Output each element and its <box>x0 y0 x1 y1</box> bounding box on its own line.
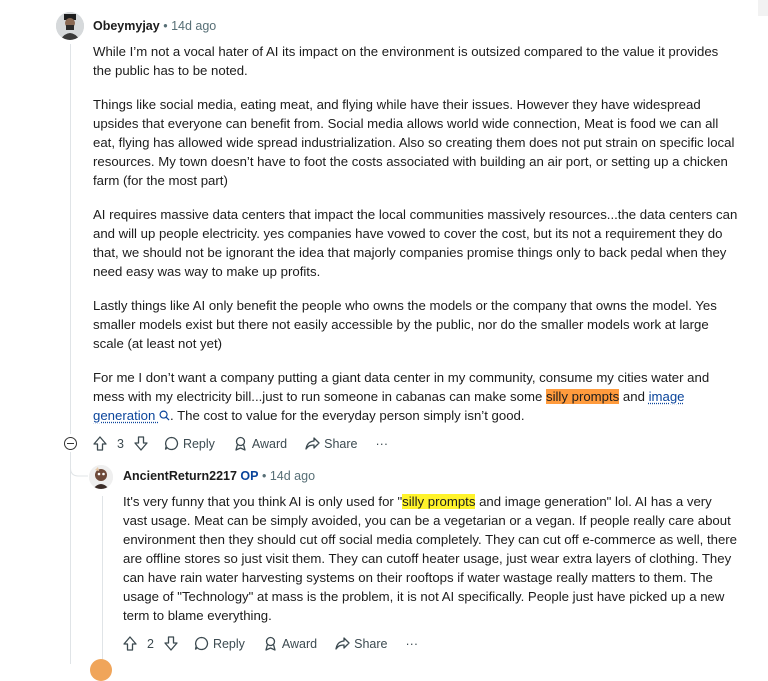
more-options-icon: ··· <box>405 636 419 651</box>
avatar[interactable] <box>90 659 112 681</box>
thread-line <box>102 496 103 664</box>
share-icon <box>305 437 320 450</box>
scrollbar-corner[interactable] <box>758 0 768 16</box>
upvote-icon[interactable] <box>123 636 137 651</box>
award-icon <box>265 636 276 651</box>
search-icon <box>159 410 170 421</box>
share-button[interactable]: Share <box>305 436 358 451</box>
award-label: Award <box>281 636 318 651</box>
username[interactable]: AncientReturn2217 <box>123 469 237 483</box>
reply-label: Reply <box>212 636 245 651</box>
comment-paragraph: Lastly things like AI only benefit the p… <box>93 298 717 351</box>
share-icon <box>335 637 350 650</box>
comment-actions: 2 Reply Award Share ··· <box>123 636 436 651</box>
comment-paragraph: It's very funny that you think AI is onl… <box>123 492 738 625</box>
timestamp[interactable]: 14d ago <box>171 19 216 33</box>
username[interactable]: Obeymyjay <box>93 19 160 33</box>
thread-connector <box>70 460 88 477</box>
avatar[interactable] <box>89 465 113 489</box>
award-button[interactable]: Award <box>263 636 317 651</box>
text: and <box>619 389 649 404</box>
vote-group: 3 <box>93 436 148 451</box>
award-icon <box>235 436 246 451</box>
text: . The cost to value for the everyday per… <box>170 408 525 423</box>
comment-icon <box>164 436 179 451</box>
comment-body: While I’m not a vocal hater of AI its im… <box>93 42 738 440</box>
text: and image generation" lol. AI has a very… <box>123 494 738 623</box>
comment-actions: 3 Reply Award Share ··· <box>93 436 406 451</box>
more-options-icon: ··· <box>375 436 389 451</box>
timestamp[interactable]: 14d ago <box>270 469 315 483</box>
vote-count: 2 <box>147 636 154 651</box>
award-button[interactable]: Award <box>233 436 287 451</box>
share-label: Share <box>324 436 358 451</box>
more-options-button[interactable]: ··· <box>376 437 389 451</box>
reply-button[interactable]: Reply <box>194 636 245 651</box>
thread-line <box>70 44 71 434</box>
share-label: Share <box>354 636 388 651</box>
award-label: Award <box>251 436 288 451</box>
downvote-icon[interactable] <box>164 636 178 651</box>
avatar-image <box>89 465 113 489</box>
vote-count: 3 <box>117 436 124 451</box>
upvote-icon[interactable] <box>93 436 107 451</box>
avatar[interactable] <box>56 12 84 40</box>
op-badge: OP <box>240 469 259 483</box>
comment-body: It's very funny that you think AI is onl… <box>123 492 738 640</box>
thread-line <box>70 452 71 664</box>
downvote-icon[interactable] <box>134 436 148 451</box>
comment-paragraph: For me I don’t want a company putting a … <box>93 368 738 425</box>
comment-icon <box>194 636 209 651</box>
avatar-image <box>56 12 84 40</box>
vote-group: 2 <box>123 636 178 651</box>
share-button[interactable]: Share <box>335 636 388 651</box>
text: It's very funny that you think AI is onl… <box>123 494 403 509</box>
highlighted-text: silly prompts <box>545 389 620 404</box>
separator: • <box>163 19 168 33</box>
collapse-thread-button[interactable] <box>64 437 77 450</box>
comment-paragraph: Things like social media, eating meat, a… <box>93 97 735 188</box>
reply-label: Reply <box>182 436 215 451</box>
comment-meta: Obeymyjay • 14d ago <box>93 19 216 33</box>
comment-paragraph: AI requires massive data centers that im… <box>93 207 738 279</box>
highlighted-text: silly prompts <box>402 494 476 509</box>
more-options-button[interactable]: ··· <box>406 637 419 651</box>
comment-paragraph: While I’m not a vocal hater of AI its im… <box>93 44 719 78</box>
comment-meta: AncientReturn2217 OP • 14d ago <box>123 469 315 483</box>
separator: • <box>261 469 267 483</box>
reply-button[interactable]: Reply <box>164 436 215 451</box>
